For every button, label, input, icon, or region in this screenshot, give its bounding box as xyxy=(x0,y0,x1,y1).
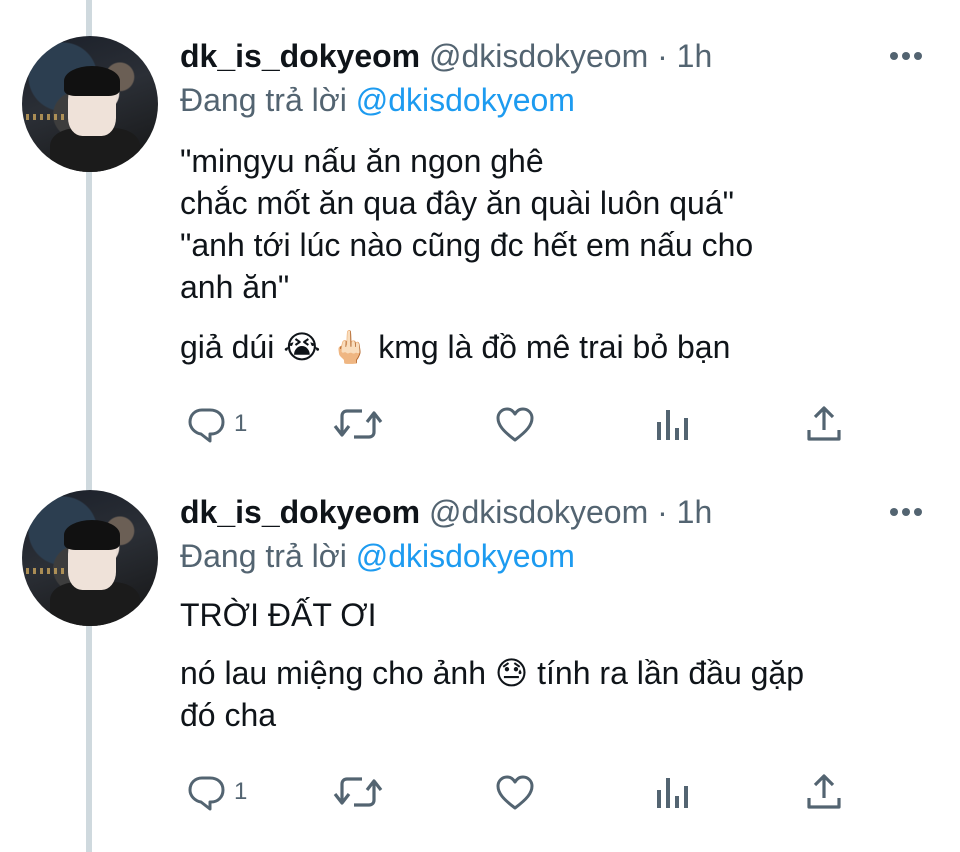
tweet-line: TRỜI ĐẤT ƠI xyxy=(180,597,377,633)
share-icon xyxy=(807,406,841,441)
reply-prefix: Đang trả lời xyxy=(180,538,347,574)
analytics-icon xyxy=(657,410,688,440)
reply-count: 1 xyxy=(234,410,248,437)
share-button[interactable] xyxy=(804,404,844,444)
retweet-icon xyxy=(333,777,383,807)
timestamp[interactable]: 1h xyxy=(677,38,713,74)
retweet-button[interactable] xyxy=(332,404,384,444)
retweet-icon xyxy=(333,409,383,439)
tweet-text-body: nó lau miệng cho ảnh 😓 tính ra lần đầu g… xyxy=(180,652,920,736)
tweet-line: nó lau miệng cho ảnh 😓 tính ra lần đầu g… xyxy=(180,655,805,691)
like-button[interactable] xyxy=(494,404,536,444)
like-icon xyxy=(496,407,534,442)
more-icon[interactable] xyxy=(888,506,924,518)
display-name[interactable]: dk_is_dokyeom xyxy=(180,494,420,530)
share-button[interactable] xyxy=(804,772,844,812)
analytics-icon xyxy=(657,778,688,808)
tweet-line: giả dúi 😭 🖕🏻 kmg là đồ mê trai bỏ bạn xyxy=(180,329,731,365)
analytics-button[interactable] xyxy=(654,772,690,812)
reply-prefix: Đang trả lời xyxy=(180,82,347,118)
more-icon[interactable] xyxy=(888,50,924,62)
reply-button[interactable]: 1 xyxy=(186,404,247,444)
tweet-text-comment: giả dúi 😭 🖕🏻 kmg là đồ mê trai bỏ bạn xyxy=(180,326,920,368)
tweet-text-quote: "mingyu nấu ăn ngon ghê chắc mốt ăn qua … xyxy=(180,140,920,308)
display-name[interactable]: dk_is_dokyeom xyxy=(180,38,420,74)
separator: · xyxy=(657,494,668,530)
tweet-text-exclaim: TRỜI ĐẤT ƠI xyxy=(180,594,920,636)
reply-count: 1 xyxy=(234,778,248,805)
analytics-button[interactable] xyxy=(654,404,690,444)
handle[interactable]: @dkisdokyeom xyxy=(429,38,648,74)
retweet-button[interactable] xyxy=(332,772,384,812)
share-icon xyxy=(807,774,841,809)
like-icon xyxy=(496,775,534,810)
tweet-line: anh ăn" xyxy=(180,269,290,305)
reply-icon xyxy=(188,408,225,443)
avatar[interactable] xyxy=(22,36,158,172)
reply-mention[interactable]: @dkisdokyeom xyxy=(356,538,575,574)
handle[interactable]: @dkisdokyeom xyxy=(429,494,648,530)
tweet-header: dk_is_dokyeom @dkisdokyeom · 1h xyxy=(180,492,712,532)
tweet-line: chắc mốt ăn qua đây ăn quài luôn quá" xyxy=(180,185,734,221)
like-button[interactable] xyxy=(494,772,536,812)
separator: · xyxy=(657,38,668,74)
tweet-line: "anh tới lúc nào cũng đc hết em nấu cho xyxy=(180,227,754,263)
replying-to: Đang trả lời @dkisdokyeom xyxy=(180,536,575,576)
reply-mention[interactable]: @dkisdokyeom xyxy=(356,82,575,118)
replying-to: Đang trả lời @dkisdokyeom xyxy=(180,80,575,120)
tweet-line: đó cha xyxy=(180,697,277,733)
tweet-header: dk_is_dokyeom @dkisdokyeom · 1h xyxy=(180,36,712,76)
reply-button[interactable]: 1 xyxy=(186,772,247,812)
timestamp[interactable]: 1h xyxy=(677,494,713,530)
avatar[interactable] xyxy=(22,490,158,626)
tweet-line: "mingyu nấu ăn ngon ghê xyxy=(180,143,544,179)
reply-icon xyxy=(188,776,225,811)
